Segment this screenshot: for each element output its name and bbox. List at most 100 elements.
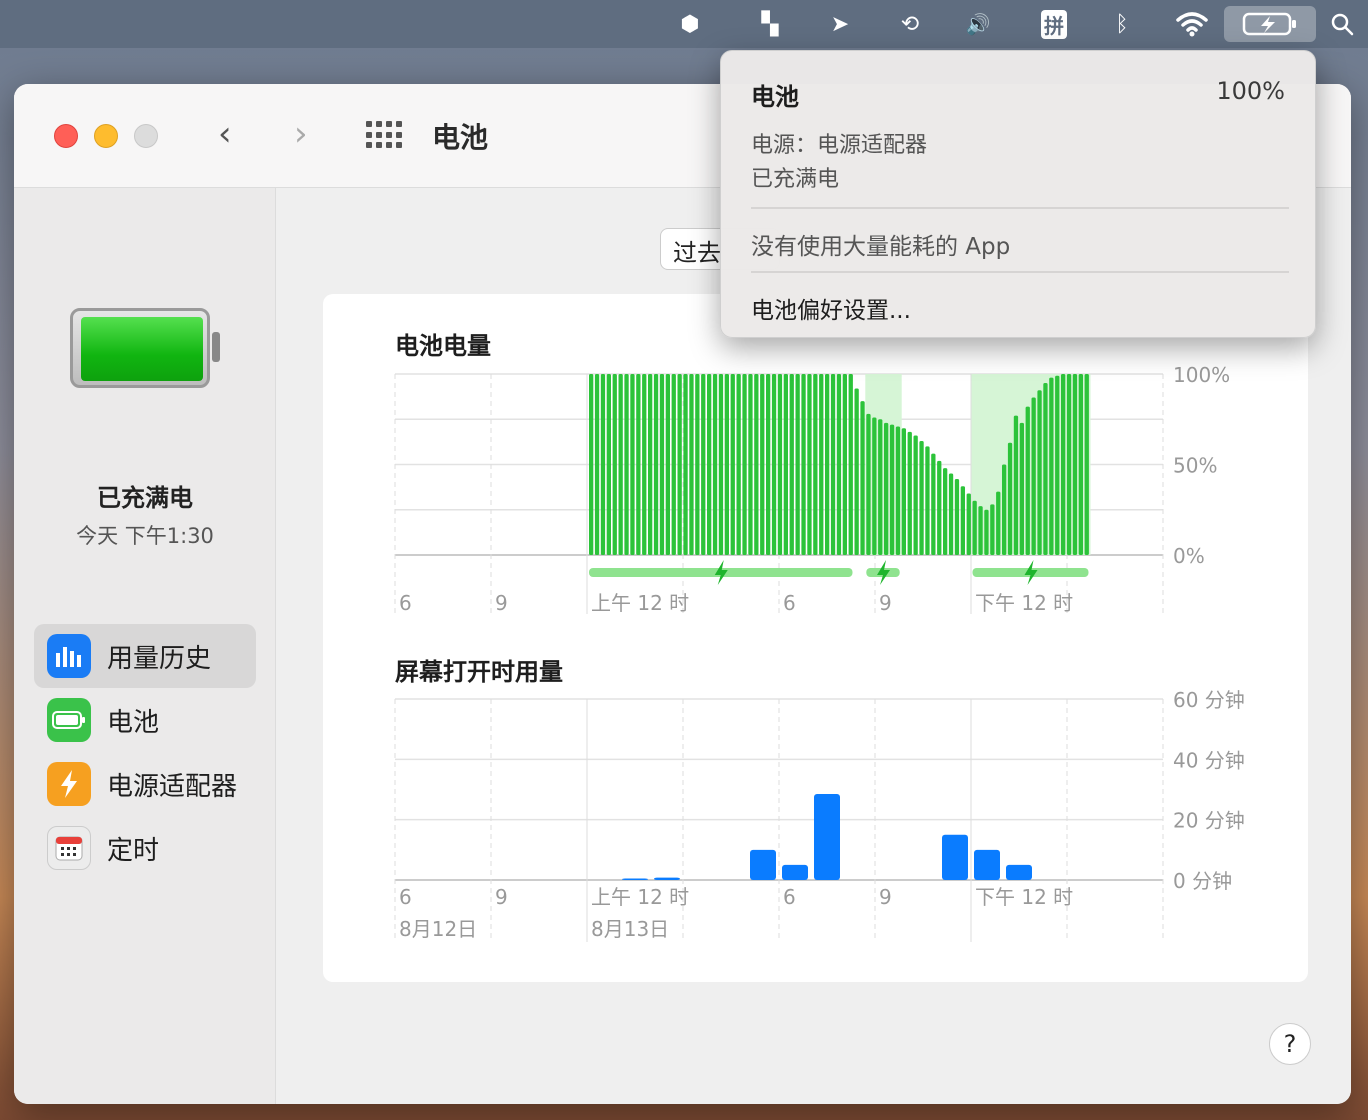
window-title: 电池 <box>432 121 489 154</box>
y-tick-label: 20 分钟 <box>1173 809 1245 833</box>
battery-bar <box>1007 442 1013 555</box>
x-axis-labels: 6 9 上午 12 时 6 9 下午 12 时 8月12日 8月13日 <box>399 885 1073 941</box>
battery-bar <box>895 426 901 555</box>
battery-bar <box>594 374 600 555</box>
separator <box>751 271 1289 273</box>
battery-bar <box>771 374 777 555</box>
y-tick-label: 0% <box>1173 544 1205 568</box>
x-tick-label: 9 <box>495 591 508 615</box>
battery-status-time: 今天 下午1:30 <box>76 524 214 548</box>
battery-bar <box>889 424 895 555</box>
battery-bar <box>707 374 712 555</box>
battery-bar <box>618 374 623 555</box>
close-button[interactable] <box>54 124 78 148</box>
battery-status-text: 已充满电 <box>97 484 193 512</box>
battery-bar <box>1002 464 1007 555</box>
battery-bar <box>766 374 771 555</box>
battery-bar <box>878 419 883 555</box>
battery-preferences-menu-item[interactable]: 电池偏好设置... <box>751 291 911 325</box>
x-axis-labels: 6 9 上午 12 时 6 9 下午 12 时 <box>399 591 1073 615</box>
sidebar-item-schedule[interactable]: 定时 <box>34 816 256 880</box>
bolt-icon <box>877 560 890 585</box>
input-method-label: 拼 <box>1041 9 1067 39</box>
battery-bar <box>854 388 859 555</box>
battery-bar <box>1078 374 1083 555</box>
popup-title: 电池 <box>751 83 799 111</box>
search-icon[interactable] <box>1322 6 1362 42</box>
app-logo-icon[interactable]: ▚ <box>750 6 790 42</box>
wifi-icon[interactable] <box>1172 6 1212 42</box>
battery-bar <box>742 374 747 555</box>
battery-bar <box>1043 383 1048 555</box>
hexagon-icon[interactable]: ⬢ <box>670 6 710 42</box>
battery-bar <box>665 374 670 555</box>
battery-bar <box>931 453 936 555</box>
screen-usage-bar <box>974 849 1000 880</box>
usage-charts: 电池电量 100% 50% 0% 6 9 上午 12 时 6 9 下午 12 时 屏幕打开时用… <box>394 332 1245 942</box>
battery-charging-glyph <box>1242 12 1296 36</box>
battery-bar <box>659 374 665 555</box>
battery-bar <box>677 374 682 555</box>
battery-bar <box>872 417 877 555</box>
wifi-glyph <box>1176 12 1208 37</box>
x-tick-label: 上午 12 时 <box>591 885 689 909</box>
help-button[interactable]: ? <box>1269 1023 1311 1065</box>
battery-bar <box>701 374 706 555</box>
zoom-button[interactable] <box>134 124 158 148</box>
bolt-icon <box>714 560 728 585</box>
sidebar-item-label: 用量历史 <box>107 644 212 674</box>
screen-usage-bar <box>1006 864 1032 880</box>
bluetooth-icon[interactable]: ᛒ <box>1102 6 1142 42</box>
energy-apps-text: 没有使用大量能耗的 App <box>751 234 1011 260</box>
battery-charging-icon[interactable] <box>1224 6 1316 42</box>
forward-button[interactable]: › <box>294 114 308 154</box>
x-tick-label: 6 <box>783 885 796 909</box>
charging-background <box>971 374 1091 555</box>
battery-bar <box>1013 415 1019 555</box>
y-tick-label: 50% <box>1173 454 1217 478</box>
minimize-button[interactable] <box>94 124 118 148</box>
battery-bar <box>848 374 853 555</box>
x-tick-label: 9 <box>495 885 508 909</box>
separator <box>751 207 1289 209</box>
sidebar-item-label: 电池 <box>107 708 160 738</box>
sync-icon[interactable]: ⟲ <box>890 6 930 42</box>
battery-bar <box>972 500 977 555</box>
screen-usage-bar <box>814 794 840 880</box>
battery-bar <box>795 374 800 555</box>
battery-bar <box>954 478 960 555</box>
sidebar-item-power-adapter[interactable]: 电源适配器 <box>34 752 256 816</box>
chart-card: 电池电量 100% 50% 0% 6 9 上午 12 时 6 9 下午 12 时 屏幕打开时用… <box>323 294 1308 982</box>
battery-percent: 100% <box>1216 77 1285 105</box>
battery-status-icon <box>70 308 220 388</box>
battery-bar <box>948 473 954 555</box>
bar-chart-icon <box>47 634 91 678</box>
show-all-icon[interactable] <box>366 121 402 149</box>
battery-bar <box>783 374 788 555</box>
paper-plane-icon[interactable]: ➤ <box>820 6 860 42</box>
battery-bar <box>630 374 635 555</box>
battery-bar <box>671 374 676 555</box>
battery-bar <box>718 374 724 555</box>
battery-bar <box>777 374 783 555</box>
sidebar-item-usage-history[interactable]: 用量历史 <box>34 624 256 688</box>
back-button[interactable]: ‹ <box>218 114 232 154</box>
battery-bar <box>813 374 818 555</box>
battery-bar <box>825 374 830 555</box>
battery-bar <box>901 428 906 555</box>
battery-bar <box>884 422 889 555</box>
sidebar-item-battery[interactable]: 电池 <box>34 688 256 752</box>
charge-state: 已充满电 <box>751 167 840 192</box>
battery-bar <box>925 446 930 555</box>
power-source: 电源：电源适配器 <box>751 133 928 158</box>
volume-icon[interactable]: 🔊 <box>958 6 998 42</box>
battery-bar <box>606 374 611 555</box>
battery-bar <box>712 374 718 555</box>
battery-bar <box>636 374 641 555</box>
battery-bar <box>724 374 729 555</box>
y-tick-label: 100% <box>1173 363 1230 387</box>
sidebar: 已充满电 今天 下午1:30 用量历史 电池 电源适配器 定时 <box>14 188 276 1104</box>
x-tick-label: 9 <box>879 885 892 909</box>
input-method-icon[interactable]: 拼 <box>1034 6 1074 42</box>
battery-bar <box>996 491 1001 555</box>
